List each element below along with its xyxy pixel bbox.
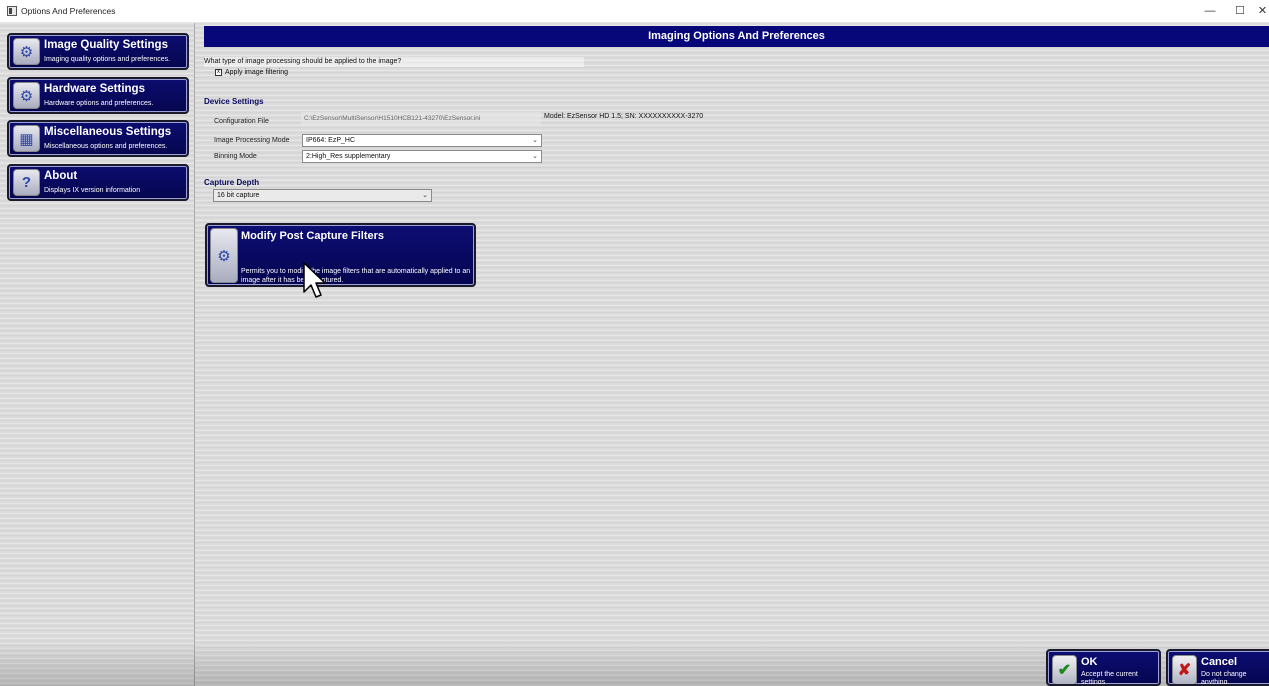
- processing-mode-select[interactable]: IP664: EzP_HC ⌄: [302, 134, 542, 147]
- capture-depth-value: 16 bit capture: [217, 192, 260, 199]
- window-title: Options And Preferences: [21, 6, 116, 16]
- apply-filtering-label: Apply image filtering: [225, 69, 289, 76]
- capture-depth-title: Capture Depth: [204, 178, 260, 187]
- processing-question: What type of image processing should be …: [204, 58, 402, 65]
- title-bar: Options And Preferences — ☐ ✕: [0, 0, 1269, 23]
- modify-filters-label: Modify Post Capture Filters: [241, 230, 385, 242]
- sidebar-item-description: Hardware options and preferences.: [44, 100, 154, 107]
- processing-mode-label: Image Processing Mode: [214, 137, 290, 144]
- processing-mode-value: IP664: EzP_HC: [306, 137, 356, 144]
- hardware-gear-icon: ⚙: [13, 82, 40, 109]
- capture-depth-select[interactable]: 16 bit capture ⌄: [213, 189, 432, 202]
- sidebar: ⚙ Image Quality Settings Imaging quality…: [0, 23, 195, 686]
- cancel-x-icon: ✘: [1172, 655, 1197, 684]
- modify-post-capture-filters-button[interactable]: ⚙ Modify Post Capture Filters Permits yo…: [205, 223, 476, 287]
- image-quality-icon: ⚙: [13, 38, 40, 65]
- minimize-button[interactable]: —: [1194, 0, 1226, 23]
- binning-mode-value: 2:High_Res supplementary: [306, 153, 391, 160]
- help-question-icon: ?: [13, 169, 40, 196]
- sidebar-item-description: Displays IX version information: [44, 187, 141, 194]
- sidebar-item-label: Miscellaneous Settings: [44, 126, 172, 138]
- binning-mode-select[interactable]: 2:High_Res supplementary ⌄: [302, 150, 542, 163]
- config-file-field: C:\EzSensor\MultiSensor\H1510HCB121-4327…: [301, 112, 541, 125]
- modify-filters-description: Permits you to modify the image filters …: [241, 268, 471, 284]
- ok-label: OK: [1081, 656, 1098, 668]
- page-title: Imaging Options And Preferences: [204, 26, 1269, 47]
- config-file-label: Configuration File: [214, 118, 269, 125]
- ok-description: Accept the current settings: [1081, 671, 1138, 686]
- close-button[interactable]: ✕: [1256, 0, 1269, 23]
- filter-settings-icon: ⚙: [210, 228, 238, 283]
- sidebar-item-miscellaneous[interactable]: ▦ Miscellaneous Settings Miscellaneous o…: [7, 120, 189, 157]
- apply-filtering-checkbox[interactable]: x: [215, 69, 222, 76]
- sidebar-item-description: Imaging quality options and preferences.: [44, 56, 171, 63]
- app-icon: [7, 6, 17, 16]
- sidebar-item-hardware[interactable]: ⚙ Hardware Settings Hardware options and…: [7, 77, 189, 114]
- cancel-button[interactable]: ✘ Cancel Do not change anything.: [1166, 649, 1269, 686]
- apply-filtering-row[interactable]: x Apply image filtering: [215, 69, 288, 76]
- sidebar-item-image-quality[interactable]: ⚙ Image Quality Settings Imaging quality…: [7, 33, 189, 70]
- sidebar-item-label: Image Quality Settings: [44, 39, 168, 51]
- sidebar-item-description: Miscellaneous options and preferences.: [44, 143, 168, 150]
- sidebar-item-label: About: [44, 170, 78, 182]
- chevron-down-icon: ⌄: [422, 192, 428, 199]
- maximize-button[interactable]: ☐: [1224, 0, 1256, 23]
- device-settings-title: Device Settings: [204, 97, 264, 106]
- chevron-down-icon: ⌄: [532, 153, 538, 160]
- sidebar-item-label: Hardware Settings: [44, 83, 145, 95]
- checkmark-icon: ✔: [1052, 655, 1077, 684]
- ok-button[interactable]: ✔ OK Accept the current settings: [1046, 649, 1161, 686]
- mouse-cursor-icon: [303, 262, 325, 298]
- binning-mode-label: Binning Mode: [214, 153, 257, 160]
- chevron-down-icon: ⌄: [532, 137, 538, 144]
- cancel-description: Do not change anything.: [1201, 671, 1247, 686]
- sidebar-item-about[interactable]: ? About Displays IX version information: [7, 164, 189, 201]
- main-panel: Imaging Options And Preferences What typ…: [196, 23, 1269, 686]
- calendar-icon: ▦: [13, 125, 40, 152]
- model-serial-text: Model: EzSensor HD 1.5; SN: XXXXXXXXXX-3…: [544, 113, 704, 120]
- cancel-label: Cancel: [1201, 656, 1238, 668]
